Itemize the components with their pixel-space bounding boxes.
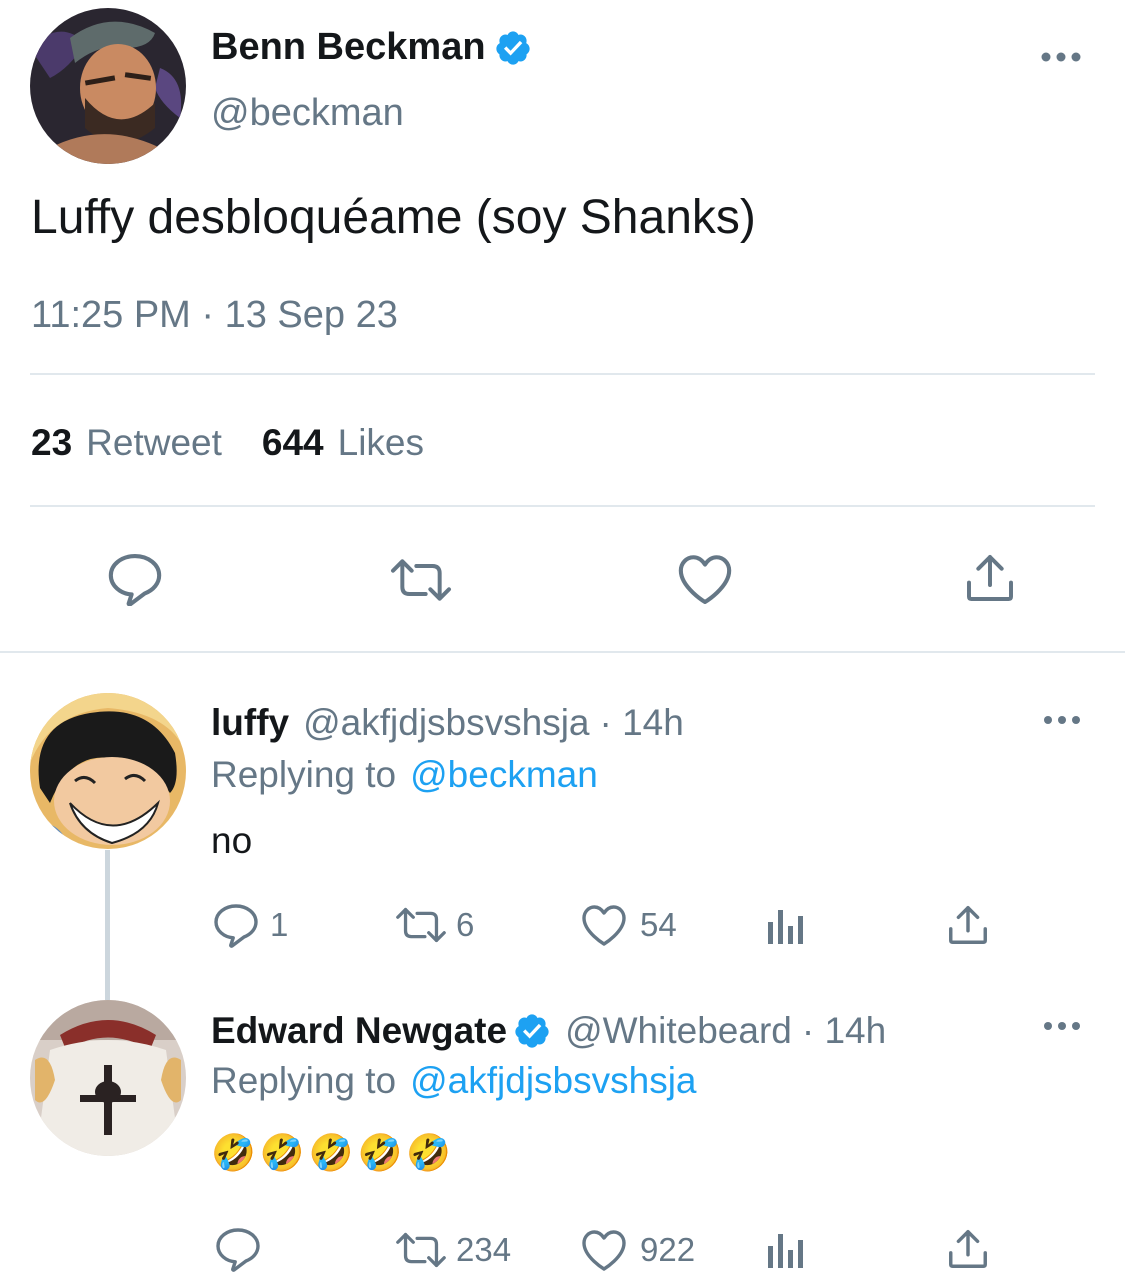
verified-badge-icon — [494, 29, 532, 67]
reply-action[interactable]: 1 — [212, 902, 288, 948]
retweet-icon[interactable] — [386, 556, 456, 604]
divider — [30, 373, 1095, 375]
reply-time[interactable]: · 14h — [600, 702, 684, 744]
avatar-luffy[interactable] — [30, 693, 186, 849]
divider — [30, 505, 1095, 507]
retweet-count: 6 — [456, 906, 475, 943]
like-action[interactable]: 922 — [580, 1227, 695, 1273]
like-icon[interactable] — [676, 552, 734, 606]
analytics-icon[interactable] — [766, 1230, 806, 1270]
like-action[interactable]: 54 — [580, 902, 677, 948]
handle[interactable]: @beckman — [211, 92, 404, 135]
retweet-icon[interactable] — [392, 1230, 450, 1270]
avatar-beckman[interactable] — [30, 8, 186, 164]
replying-to-handle[interactable]: @akfjdjsbsvshsja — [410, 1060, 696, 1102]
replying-to: Replying to @beckman — [211, 754, 598, 796]
avatar-whitebeard[interactable] — [30, 1000, 186, 1156]
display-name[interactable]: Benn Beckman — [211, 26, 486, 69]
replying-prefix: Replying to — [211, 754, 397, 795]
replying-to: Replying to @akfjdjsbsvshsja — [211, 1060, 697, 1102]
share-icon[interactable] — [945, 902, 991, 948]
reply-header: luffy @akfjdjsbsvshsja · 14h — [211, 702, 684, 744]
like-count: 922 — [640, 1231, 696, 1268]
retweet-count: 234 — [456, 1231, 512, 1268]
handle[interactable]: @akfjdjsbsvshsja — [303, 702, 589, 744]
share-icon[interactable] — [945, 1226, 991, 1272]
handle[interactable]: @Whitebeard — [565, 1010, 792, 1052]
display-name[interactable]: luffy — [211, 702, 289, 744]
author-name-row: Benn Beckman — [211, 26, 532, 69]
retweet-action[interactable]: 6 — [392, 905, 474, 945]
reply-text: no — [211, 820, 253, 861]
tweet-text: Luffy desbloquéame (soy Shanks) — [31, 191, 756, 244]
tweet-timestamp[interactable]: 11:25 PM · 13 Sep 23 — [31, 294, 398, 337]
replying-prefix: Replying to — [211, 1060, 397, 1101]
reply-time[interactable]: · 14h — [802, 1010, 886, 1052]
retweet-action[interactable]: 234 — [392, 1230, 511, 1270]
more-options-icon[interactable] — [1042, 1018, 1082, 1034]
verified-badge-icon — [513, 1012, 551, 1050]
likes-count[interactable]: 644 — [262, 422, 324, 464]
thread-line — [105, 850, 110, 1000]
engagement-stats: 23 Retweet 644 Likes — [31, 422, 424, 464]
like-icon[interactable] — [580, 1227, 628, 1273]
likes-label[interactable]: Likes — [338, 422, 424, 464]
retweets-count[interactable]: 23 — [31, 422, 72, 464]
like-count: 54 — [640, 906, 677, 943]
reply-header: Edward Newgate @Whitebeard · 14h — [211, 1010, 886, 1052]
divider — [0, 651, 1125, 653]
like-icon[interactable] — [580, 902, 628, 948]
display-name[interactable]: Edward Newgate — [211, 1010, 507, 1052]
replying-to-handle[interactable]: @beckman — [410, 754, 598, 796]
share-icon[interactable] — [962, 550, 1018, 606]
retweets-label[interactable]: Retweet — [86, 422, 222, 464]
reply-icon[interactable] — [214, 1226, 262, 1272]
reply-icon[interactable] — [212, 902, 260, 948]
retweet-icon[interactable] — [392, 905, 450, 945]
reply-icon[interactable] — [106, 552, 164, 606]
reply-count: 1 — [270, 906, 289, 943]
more-options-icon[interactable] — [1042, 712, 1082, 728]
more-options-icon[interactable] — [1040, 48, 1082, 66]
analytics-icon[interactable] — [766, 906, 806, 946]
reply-text: 🤣🤣🤣🤣🤣 — [211, 1132, 456, 1173]
